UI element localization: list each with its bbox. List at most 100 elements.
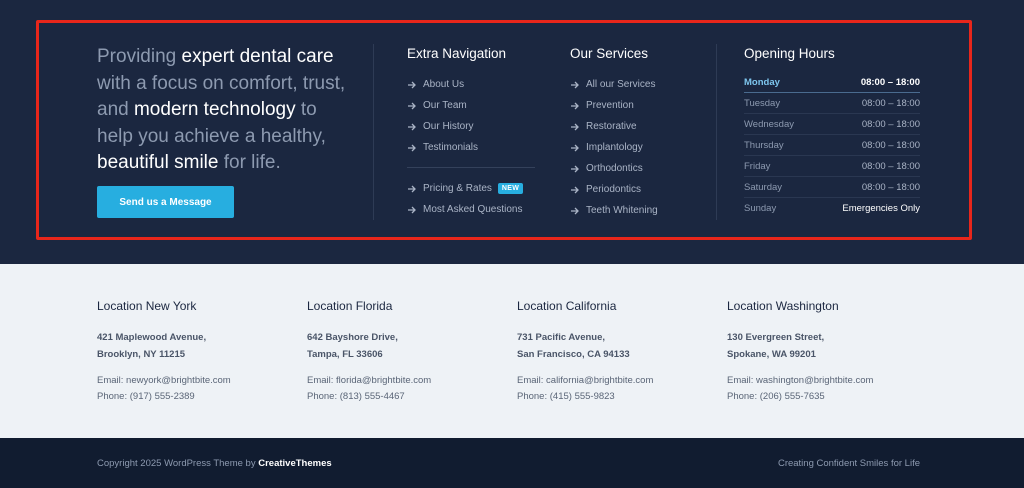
footer-tagline: Creating Confident Smiles for Life	[777, 458, 920, 469]
theme-author-link[interactable]: CreativeThemes	[258, 458, 331, 469]
arrow-right-icon	[408, 81, 416, 88]
hours-row: Friday 08:00 – 18:00	[744, 156, 920, 177]
location-email[interactable]: Email: florida@brightbite.com	[307, 373, 497, 389]
arrow-right-icon	[571, 123, 579, 130]
hero-highlight: modern technology	[133, 99, 296, 120]
nav-link-label: Pricing & Rates	[423, 183, 492, 194]
services-title: Our Services	[570, 46, 649, 61]
new-badge: NEW	[497, 183, 524, 194]
service-link[interactable]: Implantology	[570, 137, 658, 158]
hours-title: Opening Hours	[744, 46, 835, 61]
location-email[interactable]: Email: newyork@brightbite.com	[97, 373, 287, 389]
service-link[interactable]: Teeth Whitening	[570, 200, 658, 221]
location-phone[interactable]: Phone: (415) 555-9823	[517, 389, 707, 405]
nav-link-testimonials[interactable]: Testimonials	[407, 137, 535, 158]
hours-time: 08:00 – 18:00	[860, 76, 920, 88]
service-link[interactable]: Orthodontics	[570, 158, 658, 179]
hours-time: 08:00 – 18:00	[861, 139, 920, 151]
hours-day: Sunday	[744, 203, 777, 214]
extra-nav-list: About Us Our Team Our History Testimonia…	[407, 74, 535, 220]
nav-link-our-team[interactable]: Our Team	[407, 95, 535, 116]
nav-link-about-us[interactable]: About Us	[407, 74, 535, 95]
arrow-right-icon	[408, 185, 416, 192]
location-title: Location New York	[97, 299, 197, 313]
hero-text-part: for life.	[218, 152, 281, 173]
location-phone[interactable]: Phone: (813) 555-4467	[307, 389, 497, 405]
send-message-button[interactable]: Send us a Message	[97, 186, 234, 218]
service-link[interactable]: Restorative	[570, 116, 658, 137]
hours-time: Emergencies Only	[842, 203, 920, 214]
nav-link-our-history[interactable]: Our History	[407, 116, 535, 137]
location-card: Location California 731 Pacific Avenue, S…	[517, 299, 707, 405]
location-email[interactable]: Email: california@brightbite.com	[517, 373, 707, 389]
service-link-label: Implantology	[586, 142, 643, 153]
copyright-prefix: Copyright 2025 WordPress Theme by	[97, 458, 259, 469]
arrow-right-icon	[408, 123, 416, 130]
service-link-label: Prevention	[586, 100, 634, 111]
service-link-label: All our Services	[586, 79, 656, 90]
arrow-right-icon	[571, 186, 579, 193]
address-line: 421 Maplewood Avenue,	[97, 332, 207, 343]
copyright-text: Copyright 2025 WordPress Theme by Creati…	[97, 458, 332, 469]
hours-time: 08:00 – 18:00	[861, 118, 920, 130]
location-address: 731 Pacific Avenue, San Francisco, CA 941…	[517, 329, 707, 363]
hours-table: Monday 08:00 – 18:00 Tuesday 08:00 – 18:00…	[744, 72, 920, 219]
location-card: Location Washington 130 Evergreen Street…	[727, 299, 917, 405]
hours-time: 08:00 – 18:00	[861, 160, 920, 172]
hours-row: Sunday Emergencies Only	[744, 198, 920, 219]
address-line: 130 Evergreen Street,	[727, 332, 825, 343]
hours-row: Thursday 08:00 – 18:00	[744, 135, 920, 156]
hero-tagline: Providing expert dental care with a focu…	[97, 44, 357, 177]
arrow-right-icon	[408, 144, 416, 151]
service-link-label: Periodontics	[586, 184, 642, 195]
nav-link-label: Most Asked Questions	[423, 204, 523, 215]
column-divider	[373, 44, 374, 220]
service-link-label: Restorative	[586, 121, 637, 132]
nav-link-label: Testimonials	[423, 142, 479, 153]
arrow-right-icon	[571, 165, 579, 172]
arrow-right-icon	[571, 207, 579, 214]
hours-time: 08:00 – 18:00	[861, 97, 920, 109]
hours-time: 08:00 – 18:00	[861, 181, 920, 193]
location-contact: Email: florida@brightbite.com Phone: (813…	[307, 373, 497, 405]
column-divider	[716, 44, 717, 220]
service-link[interactable]: Periodontics	[570, 179, 658, 200]
nav-link-pricing-rates[interactable]: Pricing & Rates NEW	[407, 178, 535, 199]
location-address: 642 Bayshore Drive, Tampa, FL 33606	[307, 329, 497, 363]
service-link[interactable]: All our Services	[570, 74, 658, 95]
arrow-right-icon	[571, 144, 579, 151]
hours-row: Wednesday 08:00 – 18:00	[744, 114, 920, 135]
address-line: San Francisco, CA 94133	[517, 349, 630, 360]
address-line: Tampa, FL 33606	[307, 349, 383, 360]
location-contact: Email: newyork@brightbite.com Phone: (917…	[97, 373, 287, 405]
address-line: 642 Bayshore Drive,	[307, 332, 398, 343]
location-address: 421 Maplewood Avenue, Brooklyn, NY 11215	[97, 329, 287, 363]
service-link[interactable]: Prevention	[570, 95, 658, 116]
arrow-right-icon	[408, 102, 416, 109]
hours-day: Friday	[744, 160, 771, 172]
nav-link-label: About Us	[423, 79, 465, 90]
hours-day: Wednesday	[744, 118, 794, 130]
location-phone[interactable]: Phone: (206) 555-7635	[727, 389, 917, 405]
location-card: Location New York 421 Maplewood Avenue, B…	[97, 299, 287, 405]
hours-row: Tuesday 08:00 – 18:00	[744, 93, 920, 114]
hours-day: Monday	[744, 76, 780, 88]
nav-link-faq[interactable]: Most Asked Questions	[407, 199, 535, 220]
service-link-label: Teeth Whitening	[586, 205, 658, 216]
nav-separator	[407, 167, 535, 168]
nav-link-label: Our History	[423, 121, 474, 132]
hours-row: Saturday 08:00 – 18:00	[744, 177, 920, 198]
location-address: 130 Evergreen Street, Spokane, WA 99201	[727, 329, 917, 363]
extra-nav-title: Extra Navigation	[407, 46, 507, 61]
location-phone[interactable]: Phone: (917) 555-2389	[97, 389, 287, 405]
location-email[interactable]: Email: washington@brightbite.com	[727, 373, 917, 389]
hours-day: Tuesday	[744, 97, 781, 109]
arrow-right-icon	[571, 81, 579, 88]
location-card: Location Florida 642 Bayshore Drive, Tamp…	[307, 299, 497, 405]
services-list: All our Services Prevention Restorative …	[570, 74, 658, 221]
location-contact: Email: california@brightbite.com Phone: (…	[517, 373, 707, 405]
arrow-right-icon	[408, 206, 416, 213]
hero-highlight: beautiful smile	[97, 152, 219, 173]
location-title: Location Florida	[307, 299, 393, 313]
hero-text-part: Providing	[97, 46, 182, 67]
